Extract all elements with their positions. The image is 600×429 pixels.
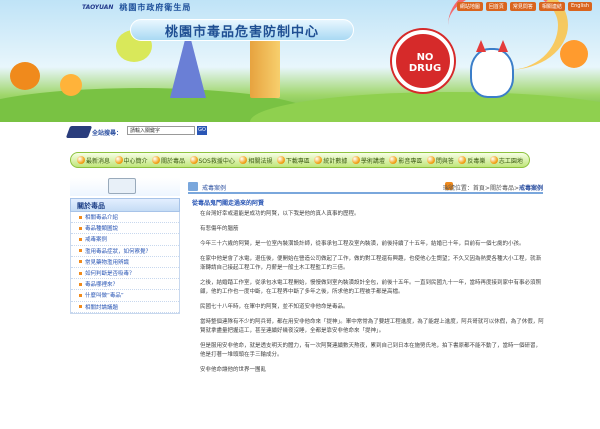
- search-go-button[interactable]: GO: [197, 126, 207, 135]
- main-nav: 最新消息 中心簡介 關於毒品 SOS救援中心 相關法規 下載專區 統計數據 學術…: [70, 152, 530, 168]
- search-label: 全站搜尋：: [92, 130, 123, 137]
- nav-item-sos[interactable]: SOS救援中心: [189, 156, 235, 165]
- article-paragraph: 安非他命讓他的世界一團亂: [200, 367, 267, 373]
- banner-pumpkin: [10, 62, 40, 90]
- search-input[interactable]: [127, 126, 195, 135]
- book-icon: [65, 126, 93, 138]
- site-logo[interactable]: TAOYUAN 桃園市政府衛生局: [82, 0, 191, 14]
- bullet-icon: [79, 237, 82, 241]
- orange-ball-icon: [389, 156, 398, 164]
- nav-item-lectures[interactable]: 學術講壇: [351, 156, 385, 165]
- bullet-icon: [79, 215, 82, 219]
- site-title: 桃園市毒品危害防制中心: [130, 19, 354, 41]
- top-link-links[interactable]: 相關連結: [538, 2, 565, 11]
- bullet-icon: [79, 293, 82, 297]
- article-paragraph: 當時整個連隊有不少的阿兵哥，都在用安非他命來「提神」。軍中常常為了要趕工程進度，…: [200, 319, 544, 334]
- orange-ball-icon: [152, 156, 160, 164]
- article-title: 從毒品鬼門關走過來的阿賢: [192, 200, 265, 207]
- nav-item-statistics[interactable]: 統計數據: [314, 156, 347, 165]
- article-paragraph: 在台灣好幸或還能是成功的阿賢，以下我是他的真人真事的歷程。: [200, 211, 360, 217]
- mascot-horn: [498, 40, 508, 52]
- article-paragraph: 但是服用安非他命，就是透支明天的體力，有一次阿賢連續數天熬夜，累到自己到日本在施…: [200, 343, 542, 358]
- nav-item-media[interactable]: 影音專區: [389, 156, 422, 165]
- orange-ball-icon: [351, 156, 360, 164]
- bullet-icon: [79, 249, 82, 253]
- logo-org-name: 桃園市政府衛生局: [119, 2, 192, 12]
- sidebar-illustration: [70, 178, 180, 196]
- nav-item-volunteers[interactable]: 志工園地: [489, 156, 523, 165]
- article-body: 在台灣好幸或還能是成功的阿賢，以下我是他的真人真事的歷程。 有悲傷年的腦筋 今年…: [200, 210, 545, 429]
- mascot-horn: [476, 40, 486, 52]
- top-link-faq[interactable]: 常見問答: [509, 2, 536, 11]
- orange-ball-icon: [458, 156, 467, 164]
- no-drug-badge-text: NO DRUG: [408, 52, 442, 74]
- bullet-icon: [79, 282, 82, 286]
- sidebar-item-what-is-drug[interactable]: 什麼叫做“毒品”: [71, 290, 179, 302]
- section-title: 戒毒案例: [202, 185, 227, 192]
- top-link-home[interactable]: 回首頁: [485, 2, 507, 11]
- nav-item-downloads[interactable]: 下載專區: [276, 156, 310, 165]
- sidebar-title: 關於毒品: [70, 198, 180, 212]
- logo-brand: TAOYUAN: [82, 3, 114, 11]
- orange-ball-icon: [276, 156, 285, 164]
- orange-ball-icon: [189, 156, 198, 164]
- top-link-sitemap[interactable]: 網站地圖: [456, 2, 483, 11]
- sidebar-item-drug-types[interactable]: 毒品種類圖說: [71, 223, 179, 235]
- breadcrumb: 戒毒案例 瑞號位置：首頁>關於毒品>戒毒案例: [188, 180, 543, 194]
- sidebar-list: 相關毒品介紹 毒品種類圖說 戒毒案例 濫用毒品症狀，如何察覺？ 常見藥物濫用辨識…: [70, 212, 180, 314]
- article-paragraph: 民國七十八年時，在軍中的阿賢，並不知道安非他命是毒品。: [200, 304, 349, 310]
- section-icon: [188, 182, 198, 191]
- article-paragraph: 今年三十六歲的阿賢，是一位室內裝潢設計師，從事承包工程及室內裝潢，前後持續了十五…: [200, 241, 525, 247]
- article-paragraph: 有悲傷年的腦筋: [200, 226, 239, 232]
- computer-icon: [108, 178, 136, 194]
- bullet-icon: [79, 305, 82, 309]
- breadcrumb-path: 瑞號位置：首頁>關於毒品>戒毒案例: [442, 185, 543, 192]
- sidebar-item-how-to-judge[interactable]: 如何判斷是否吸毒？: [71, 268, 179, 280]
- bullet-icon: [79, 271, 82, 275]
- mascot-image: [470, 40, 514, 98]
- orange-ball-icon: [426, 156, 435, 164]
- article-paragraph: 之後，結婚踏工作室，從承包水電工程開始，慢慢做到室內裝潢設計全包，前後十五年。一…: [200, 280, 542, 295]
- breadcrumb-link[interactable]: 首頁>關於毒品>: [473, 185, 519, 192]
- nav-item-qa[interactable]: 問與答: [426, 156, 454, 165]
- nav-item-about-drugs[interactable]: 關於毒品: [152, 156, 185, 165]
- orange-ball-icon: [489, 156, 498, 164]
- banner-hill: [250, 92, 600, 122]
- banner-tower: [250, 34, 280, 98]
- bullet-icon: [79, 260, 82, 264]
- top-link-english[interactable]: English: [567, 2, 592, 11]
- orange-ball-icon: [314, 156, 323, 164]
- sidebar-item-drug-sources[interactable]: 毒品哪裡來？: [71, 279, 179, 291]
- article-paragraph: 在家中他是會了水電，退伍後，便開始在營造公司做起了工作，做的對工程還有興趣，也使…: [200, 256, 542, 271]
- sidebar-item-rehab-cases[interactable]: 戒毒案例: [71, 234, 179, 246]
- nav-item-news[interactable]: 最新消息: [77, 156, 110, 165]
- top-links: 網站地圖 回首頁 常見問答 相關連結 English: [456, 2, 592, 11]
- sidebar-item-drug-intro[interactable]: 相關毒品介紹: [71, 212, 179, 224]
- sidebar-item-identification[interactable]: 常見藥物濫用辨識: [71, 257, 179, 268]
- breadcrumb-current: 戒毒案例: [518, 185, 543, 192]
- banner-pumpkin: [60, 74, 82, 96]
- orange-ball-icon: [77, 156, 85, 164]
- banner-sun: [560, 40, 588, 68]
- nav-item-about-center[interactable]: 中心簡介: [114, 156, 148, 165]
- site-title-text: 桃園市毒品危害防制中心: [164, 24, 319, 40]
- nav-item-laws[interactable]: 相關法規: [239, 156, 272, 165]
- no-drug-badge: NO DRUG: [392, 30, 454, 92]
- sidebar-item-symptoms[interactable]: 濫用毒品症狀，如何察覺？: [71, 246, 179, 257]
- nav-item-anti-drug-fun[interactable]: 反毒樂: [458, 156, 485, 165]
- orange-ball-icon: [239, 156, 248, 164]
- orange-ball-icon: [114, 156, 123, 164]
- bullet-icon: [79, 226, 82, 230]
- sidebar-item-discussion[interactable]: 相關討論議題: [71, 302, 179, 313]
